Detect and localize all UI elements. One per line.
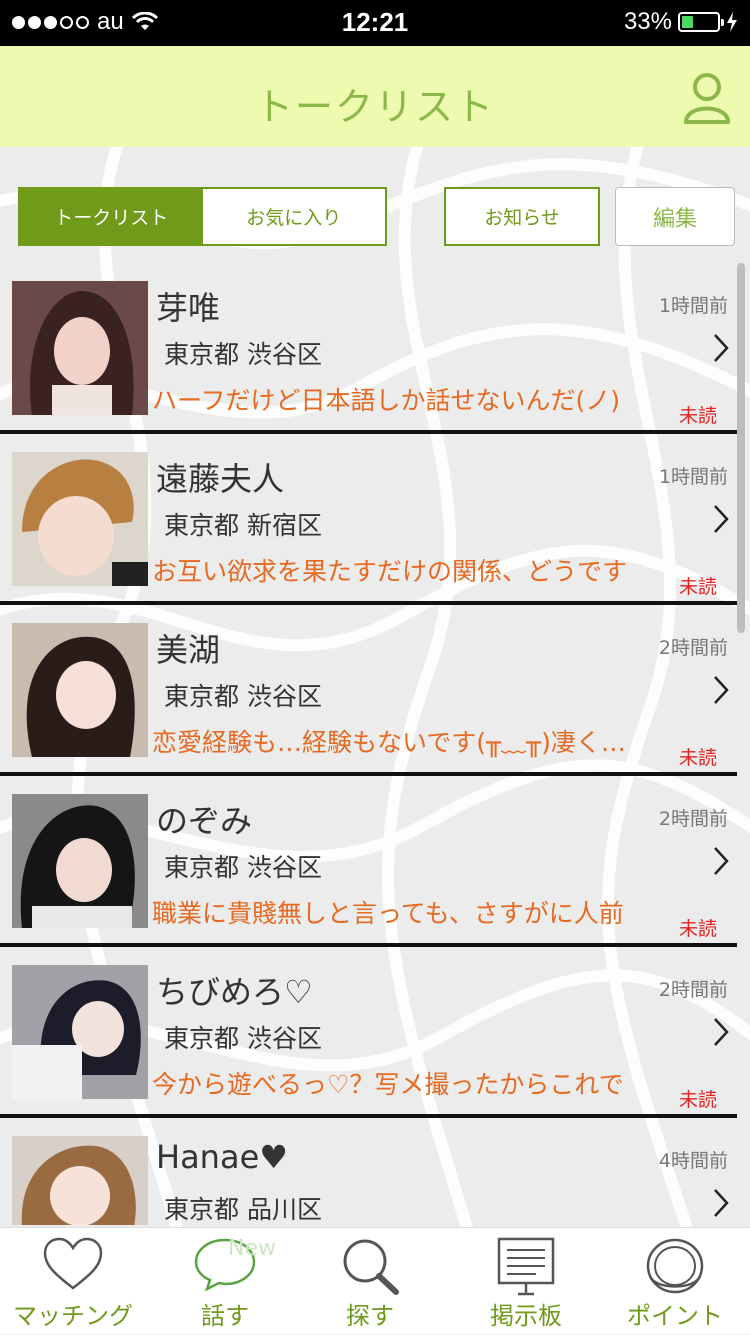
contact-location: 東京都 渋谷区 xyxy=(164,853,322,882)
conversation-row[interactable]: 遠藤夫人 1時間前 東京都 新宿区 お互い欲求を果たすだけの関係、どうです 未読 xyxy=(0,434,737,605)
contact-name: のぞみ xyxy=(156,802,253,840)
status-bar: au 12:21 33% xyxy=(0,0,750,46)
profile-icon[interactable] xyxy=(682,70,732,126)
message-time: 4時間前 xyxy=(658,1150,728,1172)
chevron-right-icon xyxy=(714,1189,729,1217)
conversation-row[interactable]: ちびめろ♡ 2時間前 東京都 渋谷区 今から遊べるっ♡？写メ撮ったからこれで 未… xyxy=(0,947,737,1118)
tab-search-label: 探す xyxy=(346,1302,394,1330)
contact-location: 東京都 渋谷区 xyxy=(164,682,322,711)
conversation-row[interactable]: Hanae♥ 4時間前 東京都 品川区 xyxy=(0,1118,737,1225)
battery-percent: 33% xyxy=(623,8,672,35)
edit-button[interactable]: 編集 xyxy=(615,187,735,246)
contact-location: 東京都 渋谷区 xyxy=(164,1024,322,1053)
message-preview: 職業に貴賤無しと言っても、さすがに人前 xyxy=(152,899,624,928)
message-preview: ハーフだけど日本語しか話せないんだ(ノ) xyxy=(152,386,621,415)
avatar xyxy=(12,623,148,757)
message-time: 2時間前 xyxy=(658,808,728,830)
tab-matching-label: マッチング xyxy=(13,1302,133,1330)
message-time: 2時間前 xyxy=(658,637,728,659)
tab-talk[interactable]: 話す xyxy=(150,1228,300,1335)
avatar xyxy=(12,281,148,415)
avatar xyxy=(12,965,148,1099)
conversation-row[interactable]: のぞみ 2時間前 東京都 渋谷区 職業に貴賤無しと言っても、さすがに人前 未読 xyxy=(0,776,737,947)
contact-location: 東京都 新宿区 xyxy=(164,511,322,540)
heart-icon xyxy=(43,1237,103,1290)
contact-name: ちびめろ♡ xyxy=(156,973,313,1011)
contact-name: 遠藤夫人 xyxy=(156,460,285,498)
contact-location: 東京都 品川区 xyxy=(164,1195,322,1224)
chevron-right-icon xyxy=(714,676,729,704)
unread-badge: 未読 xyxy=(678,576,717,598)
unread-badge: 未読 xyxy=(678,1089,717,1111)
tab-search[interactable]: 探す xyxy=(300,1228,440,1335)
new-badge: New xyxy=(228,1236,276,1261)
battery-icon xyxy=(678,12,724,32)
contact-name: Hanae♥ xyxy=(156,1138,288,1176)
message-time: 1時間前 xyxy=(658,466,728,488)
unread-badge: 未読 xyxy=(678,918,717,940)
avatar xyxy=(12,1136,148,1225)
charging-icon xyxy=(727,12,737,32)
notice-button[interactable]: お知らせ xyxy=(444,187,600,246)
coin-icon xyxy=(646,1238,704,1294)
avatar xyxy=(12,452,148,586)
tab-board[interactable]: 掲示板 xyxy=(452,1228,600,1335)
tab-points[interactable]: ポイント xyxy=(600,1228,750,1335)
message-preview: 今から遊べるっ♡？写メ撮ったからこれで xyxy=(152,1070,624,1099)
message-time: 2時間前 xyxy=(658,979,728,1001)
search-icon xyxy=(343,1239,399,1295)
page-title: トークリスト xyxy=(254,85,495,129)
conversation-row[interactable]: 芽唯 1時間前 東京都 渋谷区 ハーフだけど日本語しか話せないんだ(ノ) 未読 xyxy=(0,263,737,434)
chevron-right-icon xyxy=(714,505,729,533)
conversation-row[interactable]: 美湖 2時間前 東京都 渋谷区 恋愛経験も…経験もないです(╥﹏╥)凄く… 未読 xyxy=(0,605,737,776)
tab-favorites[interactable]: お気に入り xyxy=(203,189,386,244)
conversation-list: 芽唯 1時間前 東京都 渋谷区 ハーフだけど日本語しか話せないんだ(ノ) 未読 … xyxy=(0,263,737,1225)
chevron-right-icon xyxy=(714,1018,729,1046)
list-segmented-control: トークリスト お気に入り xyxy=(18,187,387,246)
message-preview: お互い欲求を果たすだけの関係、どうです xyxy=(152,557,628,586)
message-time: 1時間前 xyxy=(658,295,728,317)
tab-points-label: ポイント xyxy=(627,1302,723,1330)
contact-name: 美湖 xyxy=(156,631,221,669)
bottom-tab-bar: マッチング 話す 探す 掲示板 ポイント xyxy=(0,1227,750,1334)
tab-board-label: 掲示板 xyxy=(490,1302,562,1330)
chevron-right-icon xyxy=(714,334,729,362)
nav-header: トークリスト xyxy=(0,46,750,147)
contact-name: 芽唯 xyxy=(156,289,221,327)
tab-matching[interactable]: マッチング xyxy=(0,1228,146,1335)
chevron-right-icon xyxy=(714,847,729,875)
tab-talk-list[interactable]: トークリスト xyxy=(20,189,203,244)
scrollbar[interactable] xyxy=(737,263,745,633)
tab-talk-label: 話す xyxy=(201,1302,249,1330)
unread-badge: 未読 xyxy=(678,405,717,427)
unread-badge: 未読 xyxy=(678,747,717,769)
bulletin-board-icon xyxy=(497,1237,555,1296)
contact-location: 東京都 渋谷区 xyxy=(164,340,322,369)
avatar xyxy=(12,794,148,928)
message-preview: 恋愛経験も…経験もないです(╥﹏╥)凄く… xyxy=(152,728,626,757)
